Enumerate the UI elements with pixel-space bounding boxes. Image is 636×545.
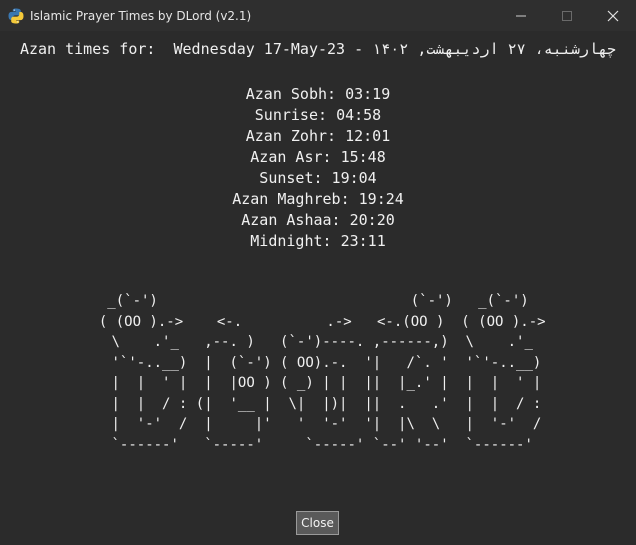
prayer-time-row: Azan Maghreb: 19:24 (232, 190, 404, 208)
minimize-icon (516, 15, 526, 16)
prayer-value: 23:11 (340, 232, 386, 250)
prayer-label: Azan Asr (250, 148, 323, 166)
prayer-label: Midnight (250, 232, 323, 250)
date-header: Azan times for: Wednesday 17-May-23 - ۱۴… (0, 40, 636, 58)
prayer-value: 03:19 (345, 85, 391, 103)
prayer-time-row: Sunset: 19:04 (259, 169, 377, 187)
ascii-line: \ .'_ ,--. ) (`-')----. ,------,) \ .'_ (94, 334, 542, 350)
close-icon (607, 10, 619, 21)
maximize-button[interactable] (544, 0, 590, 31)
prayer-label: Azan Ashaa (241, 211, 332, 229)
prayer-value: 15:48 (340, 148, 386, 166)
header-date: Wednesday 17-May-23 - ۱۴۰۲ ,چهارشنبه، ۲۷… (173, 40, 617, 58)
close-button[interactable]: Close (296, 511, 339, 535)
prayer-time-row: Azan Sobh: 03:19 (245, 85, 391, 103)
ascii-line: `------' `-----' `-----' `--' '--' `----… (94, 436, 542, 453)
prayer-time-row: Azan Asr: 15:48 (250, 148, 386, 166)
ascii-line: ( (OO ).-> <-. .-> <-.(OO ) ( (OO ).-> (90, 313, 546, 330)
ascii-line: '`'-..__) | (`-') ( OO).-. '| /`. ' '`'-… (94, 354, 542, 371)
prayer-time-row: Sunrise: 04:58 (254, 106, 382, 124)
prayer-label: Sunset (259, 169, 314, 187)
window-controls (498, 0, 636, 31)
window-title: Islamic Prayer Times by DLord (v2.1) (30, 8, 252, 23)
prayer-value: 19:24 (358, 190, 404, 208)
prayer-label: Sunrise (254, 106, 318, 124)
prayer-value: 04:58 (336, 106, 382, 124)
title-bar[interactable]: Islamic Prayer Times by DLord (v2.1) (0, 0, 636, 31)
ascii-line: | | / : (| '__ | \| |)| || . .' | | / : (94, 395, 542, 412)
prayer-time-row: Azan Zohr: 12:01 (245, 127, 391, 145)
prayer-value: 19:04 (331, 169, 377, 187)
prayer-label: Azan Sobh (245, 85, 328, 103)
prayer-time-row: Azan Ashaa: 20:20 (241, 211, 395, 229)
ascii-line: | | ' | | |OO ) ( _) | | || |_.' | | | '… (94, 375, 542, 391)
prayer-times-list: Azan Sobh: 03:19 Sunrise: 04:58 Azan Zoh… (0, 84, 636, 252)
prayer-value: 20:20 (349, 211, 395, 229)
close-window-button[interactable] (590, 0, 636, 31)
ascii-line: | '-' / | |' ' '-' '| |\ \ | '-' / (94, 416, 542, 432)
prayer-label: Azan Zohr (245, 127, 328, 145)
dlord-ascii-art: _(`-') (`-') _(`-') ( (OO ).-> <-. .-> <… (0, 291, 636, 455)
header-label: Azan times for: (19, 40, 156, 58)
prayer-time-row: Midnight: 23:11 (250, 232, 386, 250)
maximize-icon (562, 10, 572, 21)
app-window: Islamic Prayer Times by DLord (v2.1) Aza… (0, 0, 636, 545)
ascii-line: _(`-') (`-') _(`-') (90, 293, 546, 309)
python-icon (8, 8, 24, 23)
prayer-value: 12:01 (345, 127, 391, 145)
minimize-button[interactable] (498, 0, 544, 31)
prayer-label: Azan Maghreb (232, 190, 341, 208)
